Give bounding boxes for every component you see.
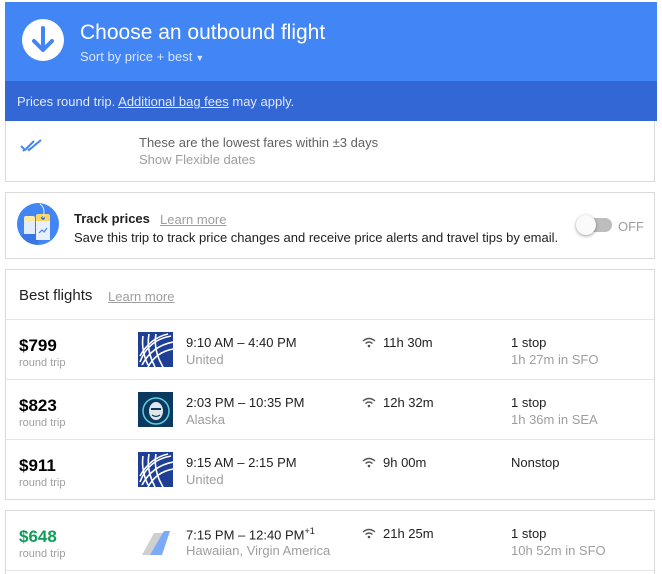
best-flights-title: Best flights	[19, 287, 93, 304]
page-title: Choose an outbound flight	[80, 21, 326, 44]
best-flight-row-2[interactable]: $911 round trip 9:15 AM – 2:15 PM United…	[6, 440, 654, 500]
toggle-state-label: OFF	[618, 219, 644, 234]
best-learn-more-link[interactable]: Learn more	[108, 289, 174, 304]
price-note: round trip	[19, 357, 66, 369]
flight-times: 7:15 PM – 12:40 PM+1	[186, 526, 315, 543]
track-prices-card: Track prices Learn more Save this trip t…	[5, 192, 655, 259]
best-flights-card: Best flights Learn more $799 round trip …	[5, 269, 655, 500]
track-prices-title: Track prices	[74, 211, 150, 226]
bag-fees-link[interactable]: Additional bag fees	[118, 94, 229, 109]
track-learn-more-link[interactable]: Learn more	[160, 212, 226, 227]
prices-note: Prices round trip. Additional bag fees m…	[5, 81, 657, 121]
flight-times: 2:03 PM – 10:35 PM	[186, 395, 305, 410]
flight-stops: 1 stop	[511, 335, 547, 350]
flight-price: $911	[19, 456, 56, 475]
flight-price: $648	[19, 527, 57, 546]
best-flight-row-0[interactable]: $799 round trip 9:10 AM – 4:40 PM United…	[6, 320, 654, 380]
alaska-logo-icon	[138, 392, 173, 427]
united-logo-icon	[138, 452, 174, 488]
prices-note-suffix: may apply.	[228, 94, 295, 109]
flight-stops: Nonstop	[511, 455, 560, 470]
layover-info: 10h 52m in SFO	[511, 543, 606, 558]
flight-stops: 1 stop	[511, 395, 547, 410]
best-flight-row-1[interactable]: $823 round trip 2:03 PM – 10:35 PM Alask…	[6, 380, 654, 440]
airline-name: United	[186, 352, 224, 367]
price-note: round trip	[19, 548, 66, 560]
show-flexible-dates-link[interactable]: Show Flexible dates	[139, 152, 255, 167]
price-note: round trip	[19, 417, 66, 429]
arrow-down-circle-icon	[22, 19, 64, 61]
flight-duration: 9h 00m	[383, 455, 427, 470]
page-header: Choose an outbound flight Sort by price …	[5, 2, 657, 81]
flight-duration: 12h 32m	[383, 395, 434, 410]
track-prices-toggle[interactable]	[576, 215, 612, 235]
airline-name: Alaska	[186, 412, 226, 427]
wifi-icon	[362, 526, 376, 544]
other-flights-card: $648 round trip 7:15 PM – 12:40 PM+1 Haw…	[5, 510, 655, 574]
double-check-icon	[20, 139, 44, 158]
flight-duration: 11h 30m	[383, 335, 433, 350]
flight-stops: 1 stop	[511, 526, 547, 541]
prices-note-text: Prices round trip.	[17, 94, 119, 109]
sort-dropdown[interactable]: Sort by price + best ▼	[80, 49, 204, 64]
lowest-fares-text: These are the lowest fares within ±3 day…	[139, 135, 379, 150]
best-flights-header: Best flights Learn more	[6, 270, 654, 320]
flight-duration: 21h 25m	[383, 526, 434, 541]
price-note: round trip	[19, 477, 66, 489]
price-tag-icon	[16, 202, 60, 251]
airline-name: Hawaiian, Virgin America	[186, 543, 331, 558]
wifi-icon	[362, 395, 376, 413]
caret-down-icon: ▼	[195, 53, 205, 63]
other-flight-row-0[interactable]: $648 round trip 7:15 PM – 12:40 PM+1 Haw…	[6, 511, 654, 571]
flexible-dates-card: These are the lowest fares within ±3 day…	[5, 121, 655, 182]
flight-price: $799	[19, 336, 57, 355]
airline-name: United	[186, 472, 224, 487]
sort-label: Sort by price + best	[80, 49, 193, 64]
layover-info: 1h 27m in SFO	[511, 352, 599, 367]
layover-info: 1h 36m in SEA	[511, 412, 598, 427]
multi-airline-logo-icon	[138, 523, 173, 558]
day-offset: +1	[304, 526, 315, 536]
wifi-icon	[362, 455, 376, 473]
united-logo-icon	[138, 332, 174, 368]
flight-price: $823	[19, 396, 57, 415]
wifi-icon	[362, 335, 376, 353]
track-prices-description: Save this trip to track price changes an…	[74, 230, 559, 245]
flight-times: 9:15 AM – 2:15 PM	[186, 455, 297, 470]
flight-times: 9:10 AM – 4:40 PM	[186, 335, 297, 350]
toggle-knob	[576, 215, 596, 235]
